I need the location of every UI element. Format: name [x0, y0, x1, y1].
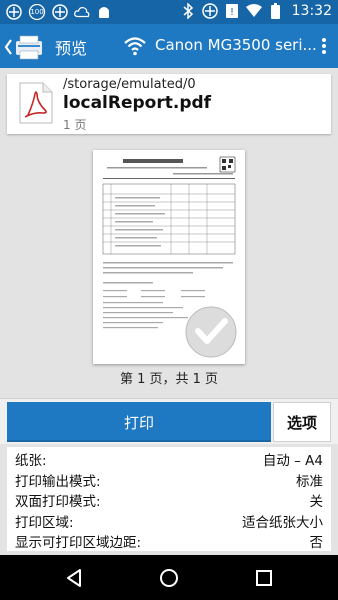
options-button[interactable]: 选项	[273, 402, 331, 442]
battery-icon	[268, 3, 284, 19]
preview-area: 第 1 页，共 1 页	[0, 140, 338, 395]
setting-label: 打印区域:	[15, 514, 74, 531]
nav-recents-icon[interactable]	[252, 566, 276, 590]
signal-icon	[6, 4, 22, 20]
cloud-icon	[74, 4, 90, 20]
setting-value: 否	[309, 535, 324, 552]
signal-icon	[201, 3, 218, 19]
wifi-icon	[245, 3, 262, 19]
pdf-file-icon	[19, 82, 53, 124]
print-button[interactable]: 打印	[7, 402, 271, 442]
page-title: 预览	[55, 39, 88, 58]
action-bar: 打印 选项	[0, 398, 338, 444]
badge-100-icon: 100	[28, 4, 46, 20]
setting-value: 标准	[296, 473, 323, 490]
wifi-icon	[124, 36, 146, 56]
page-indicator: 第 1 页，共 1 页	[119, 372, 219, 387]
file-card: /storage/emulated/0 localReport.pdf 1 页	[7, 74, 331, 134]
setting-value: 适合纸张大小	[242, 514, 323, 531]
setting-row-margins: 显示可打印区域边距: 否	[15, 531, 323, 552]
file-path: /storage/emulated/0	[63, 77, 196, 92]
navigation-bar	[0, 555, 338, 600]
android-icon	[96, 4, 112, 20]
nav-home-icon[interactable]	[157, 566, 181, 590]
svg-text:!: !	[230, 7, 234, 18]
setting-value: 自动 – A4	[262, 453, 323, 470]
status-bar: 100 ! 13:32	[0, 0, 338, 24]
no-sim-icon: !	[224, 3, 240, 19]
setting-row-output-mode: 打印输出模式: 标准	[15, 470, 323, 491]
nav-back-icon[interactable]	[62, 566, 86, 590]
overflow-menu-icon[interactable]	[320, 36, 328, 56]
signal-icon	[52, 4, 68, 20]
printer-name[interactable]: Canon MG3500 seri...	[155, 36, 317, 54]
setting-label: 显示可打印区域边距:	[15, 535, 142, 552]
setting-row-duplex: 双面打印模式: 关	[15, 490, 323, 511]
status-time: 13:32	[291, 3, 332, 19]
back-button[interactable]	[4, 34, 46, 60]
setting-label: 双面打印模式:	[15, 494, 101, 511]
setting-label: 纸张:	[15, 453, 47, 470]
document-thumbnail	[102, 156, 237, 358]
bluetooth-icon	[180, 3, 196, 19]
back-printer-icon	[4, 35, 42, 60]
setting-value: 关	[309, 494, 324, 511]
file-name: localReport.pdf	[63, 93, 212, 113]
setting-row-print-area: 打印区域: 适合纸张大小	[15, 511, 323, 532]
print-settings-summary[interactable]: 纸张: 自动 – A4 打印输出模式: 标准 双面打印模式: 关 打印区域: 适…	[7, 447, 331, 551]
document-preview[interactable]	[93, 150, 245, 364]
file-page-count: 1 页	[63, 118, 87, 132]
setting-label: 打印输出模式:	[15, 473, 101, 490]
badge-text: 100	[30, 8, 44, 16]
app-bar: 预览 Canon MG3500 seri...	[0, 24, 338, 68]
setting-row-paper: 纸张: 自动 – A4	[15, 449, 323, 470]
